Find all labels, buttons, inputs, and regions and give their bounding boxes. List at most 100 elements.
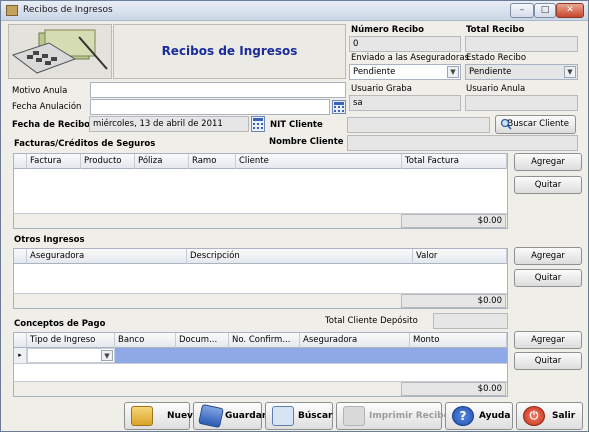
usuario-graba-label: Usuario Graba [351,84,412,94]
otros-total: $0.00 [401,294,506,308]
nuevo-button[interactable]: Nuevo [124,402,199,430]
header-title-box: Recibos de Ingresos [113,24,346,79]
motivo-anula-label: Motivo Anula [12,86,68,96]
fecha-recibo-label: Fecha de Recibo [12,120,91,130]
otros-ingresos-label: Otros Ingresos [14,235,85,245]
fecha-anulacion-field[interactable] [90,99,330,115]
usuario-anula-field[interactable] [465,95,578,111]
page-title: Recibos de Ingresos [161,44,298,58]
enviado-select[interactable]: Pendiente ▼ [349,64,461,80]
buscar-cliente-button[interactable]: Buscar Cliente [495,115,576,134]
help-icon: ? [452,406,474,426]
imprimir-button[interactable]: Imprimir Recibo [336,402,450,430]
total-recibo-field[interactable] [465,36,578,52]
exit-icon: ⏻ [523,406,545,426]
row-header-corner [14,154,27,169]
otros-grid-header: Aseguradora Descripción Valor [14,249,507,264]
conceptos-quitar-button[interactable]: Quitar [514,352,582,370]
conceptos-agregar-button[interactable]: Agregar [514,331,582,349]
calendar-icon[interactable] [332,100,346,114]
total-cliente-deposito-label: Total Cliente Depósito [325,316,418,326]
facturas-grid-footer: $0.00 [14,213,507,228]
otros-quitar-button[interactable]: Quitar [514,269,582,287]
app-window: Recibos de Ingresos – □ ✕ Recibos de Ing… [0,0,589,432]
conceptos-grid-header: Tipo de Ingreso Banco Docum... No. Confi… [14,333,507,348]
nit-cliente-label: NIT Cliente [270,120,323,130]
conceptos-pago-grid[interactable]: Tipo de Ingreso Banco Docum... No. Confi… [13,332,508,397]
conceptos-pago-label: Conceptos de Pago [14,319,106,329]
conceptos-grid-footer: $0.00 [14,381,507,396]
usuario-anula-label: Usuario Anula [466,84,526,94]
row-header-corner [14,333,27,348]
col-ramo[interactable]: Ramo [189,154,236,169]
search-icon [272,406,294,426]
window-title: Recibos de Ingresos [23,5,113,15]
col-total-factura[interactable]: Total Factura [402,154,507,169]
col-descripcion[interactable]: Descripción [187,249,413,264]
magnifier-icon [500,118,512,130]
enviado-label: Enviado a las Aseguradoras [351,53,469,63]
maximize-icon[interactable]: □ [534,3,556,18]
otros-grid-footer: $0.00 [14,293,507,308]
nombre-cliente-field[interactable] [347,135,578,151]
ayuda-label: Ayuda [479,411,511,421]
facturas-quitar-button[interactable]: Quitar [514,176,582,194]
col-monto[interactable]: Monto [410,333,507,348]
col-aseguradora[interactable]: Aseguradora [300,333,410,348]
buscar-button[interactable]: Búscar [265,402,333,430]
close-icon[interactable]: ✕ [556,3,584,18]
col-poliza[interactable]: Póliza [135,154,189,169]
enviado-value: Pendiente [353,67,396,77]
ayuda-button[interactable]: ? Ayuda [445,402,513,430]
facturas-grid-header: Factura Producto Póliza Ramo Cliente Tot… [14,154,507,169]
selected-row-cells[interactable] [115,348,507,363]
buscar-label: Búscar [298,411,333,421]
col-banco[interactable]: Banco [115,333,176,348]
guardar-label: Guardar [225,411,267,421]
facturas-grid[interactable]: Factura Producto Póliza Ramo Cliente Tot… [13,153,508,229]
fecha-recibo-field[interactable]: miércoles, 13 de abril de 2011 [89,116,249,132]
header-logo [8,24,112,79]
nit-cliente-field[interactable] [347,117,490,133]
facturas-total: $0.00 [401,214,506,228]
facturas-agregar-button[interactable]: Agregar [514,153,582,171]
conceptos-total: $0.00 [401,382,506,396]
row-pointer-icon: ▸ [14,348,27,363]
app-icon [6,5,18,16]
title-bar: Recibos de Ingresos – □ ✕ [1,1,588,21]
minimize-icon[interactable]: – [510,3,534,18]
estado-recibo-select[interactable]: Pendiente ▼ [465,64,578,80]
chevron-down-icon[interactable]: ▼ [564,66,576,78]
numero-recibo-label: Número Recibo [351,25,424,35]
estado-recibo-label: Estado Recibo [466,53,527,63]
total-cliente-deposito-field[interactable] [433,313,508,329]
save-icon [198,403,224,429]
buscar-cliente-label: Buscar Cliente [507,119,569,129]
usuario-graba-field[interactable]: sa [349,95,461,111]
salir-label: Salir [552,411,576,421]
total-recibo-label: Total Recibo [466,25,525,35]
chevron-down-icon[interactable]: ▼ [101,350,113,361]
otros-ingresos-grid[interactable]: Aseguradora Descripción Valor $0.00 [13,248,508,309]
col-tipo-ingreso[interactable]: Tipo de Ingreso [27,333,115,348]
guardar-button[interactable]: Guardar [193,402,266,430]
chevron-down-icon[interactable]: ▼ [447,66,459,78]
otros-agregar-button[interactable]: Agregar [514,247,582,265]
col-producto[interactable]: Producto [81,154,135,169]
col-factura[interactable]: Factura [27,154,81,169]
col-cliente[interactable]: Cliente [236,154,402,169]
table-row[interactable]: ▸ ▼ [14,348,507,364]
col-no-confirmacion[interactable]: No. Confirm... [229,333,300,348]
salir-button[interactable]: ⏻ Salir [516,402,583,430]
calculator-icon [11,29,108,74]
imprimir-label: Imprimir Recibo [369,411,450,421]
col-valor[interactable]: Valor [413,249,507,264]
col-documento[interactable]: Docum... [176,333,229,348]
numero-recibo-field[interactable]: 0 [349,36,461,52]
motivo-anula-field[interactable] [90,82,346,98]
nombre-cliente-label: Nombre Cliente [269,137,344,147]
estado-value: Pendiente [469,67,512,77]
tipo-ingreso-select[interactable]: ▼ [27,348,115,363]
col-aseguradora[interactable]: Aseguradora [27,249,187,264]
calendar-icon[interactable] [251,116,265,132]
